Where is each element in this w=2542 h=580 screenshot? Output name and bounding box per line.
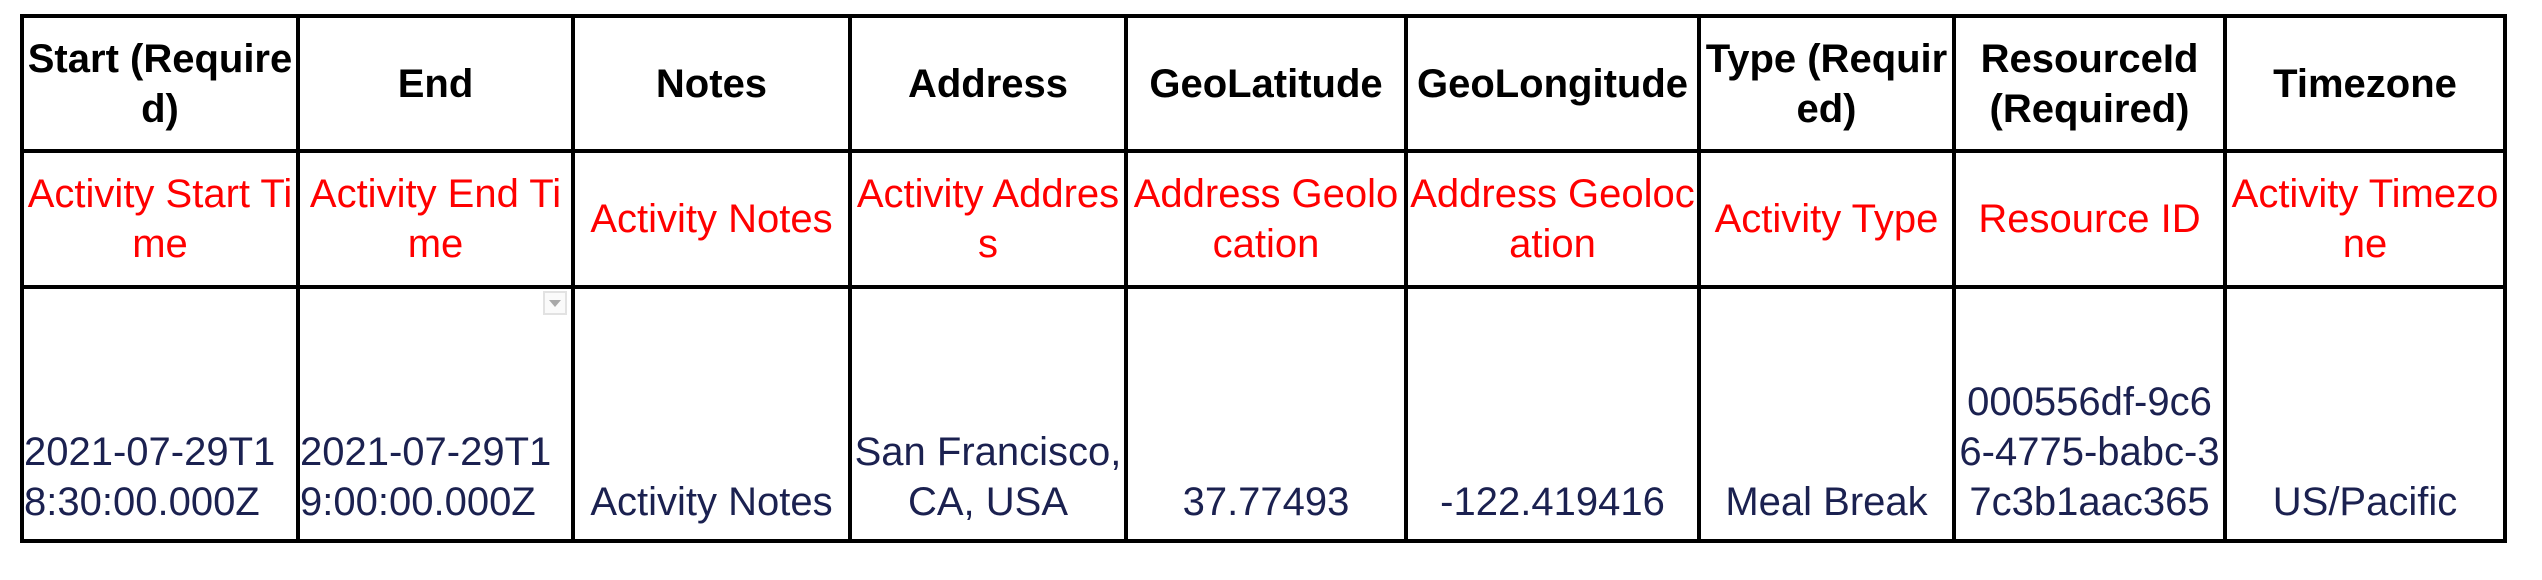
value-cell-resourceid[interactable]: 000556df-9c66-4775-babc-37c3b1aac365 [1952, 285, 2227, 543]
chevron-down-icon [549, 299, 561, 307]
value-text: Activity Notes [590, 480, 833, 524]
value-text: US/Pacific [2272, 480, 2458, 524]
value-cell-geolatitude[interactable]: 37.77493 [1124, 285, 1408, 543]
value-text: Meal Break [1725, 480, 1928, 524]
value-cell-geolongitude[interactable]: -122.419416 [1404, 285, 1701, 543]
value-text: 2021-07-29T19:00:00.000Z [300, 430, 552, 524]
description-row: Activity Start Time Activity End Time Ac… [20, 149, 2507, 289]
value-cell-notes[interactable]: Activity Notes [571, 285, 852, 543]
header-cell-notes[interactable]: Notes [571, 14, 852, 153]
value-text: 000556df-9c66-4775-babc-37c3b1aac365 [1959, 380, 2220, 524]
description-cell-start[interactable]: Activity Start Time [20, 149, 300, 289]
value-cell-start[interactable]: 2021-07-29T18:30:00.000Z [20, 285, 300, 543]
header-cell-address[interactable]: Address [848, 14, 1128, 153]
value-text: San Francisco, CA, USA [854, 430, 1122, 524]
header-row: Start (Required) End Notes Address GeoLa… [20, 14, 2507, 153]
description-cell-type[interactable]: Activity Type [1697, 149, 1956, 289]
value-text: 2021-07-29T18:30:00.000Z [24, 430, 276, 524]
value-cell-type[interactable]: Meal Break [1697, 285, 1956, 543]
value-text: -122.419416 [1440, 480, 1665, 524]
description-cell-geolongitude[interactable]: Address Geolocation [1404, 149, 1701, 289]
description-cell-end[interactable]: Activity End Time [296, 149, 575, 289]
header-cell-start[interactable]: Start (Required) [20, 14, 300, 153]
cell-dropdown-button[interactable] [543, 291, 567, 315]
description-cell-address[interactable]: Activity Address [848, 149, 1128, 289]
table-row: 2021-07-29T18:30:00.000Z 2021-07-29T19:0… [20, 285, 2507, 543]
value-cell-timezone[interactable]: US/Pacific [2223, 285, 2507, 543]
description-cell-resourceid[interactable]: Resource ID [1952, 149, 2227, 289]
activity-import-table: Start (Required) End Notes Address GeoLa… [20, 14, 2507, 543]
value-cell-end[interactable]: 2021-07-29T19:00:00.000Z [296, 285, 575, 543]
header-cell-type[interactable]: Type (Required) [1697, 14, 1956, 153]
header-cell-timezone[interactable]: Timezone [2223, 14, 2507, 153]
description-cell-notes[interactable]: Activity Notes [571, 149, 852, 289]
value-cell-address[interactable]: San Francisco, CA, USA [848, 285, 1128, 543]
header-cell-resourceid[interactable]: ResourceId (Required) [1952, 14, 2227, 153]
header-cell-end[interactable]: End [296, 14, 575, 153]
description-cell-timezone[interactable]: Activity Timezone [2223, 149, 2507, 289]
value-text: 37.77493 [1182, 480, 1350, 524]
header-cell-geolatitude[interactable]: GeoLatitude [1124, 14, 1408, 153]
description-cell-geolatitude[interactable]: Address Geolocation [1124, 149, 1408, 289]
header-cell-geolongitude[interactable]: GeoLongitude [1404, 14, 1701, 153]
